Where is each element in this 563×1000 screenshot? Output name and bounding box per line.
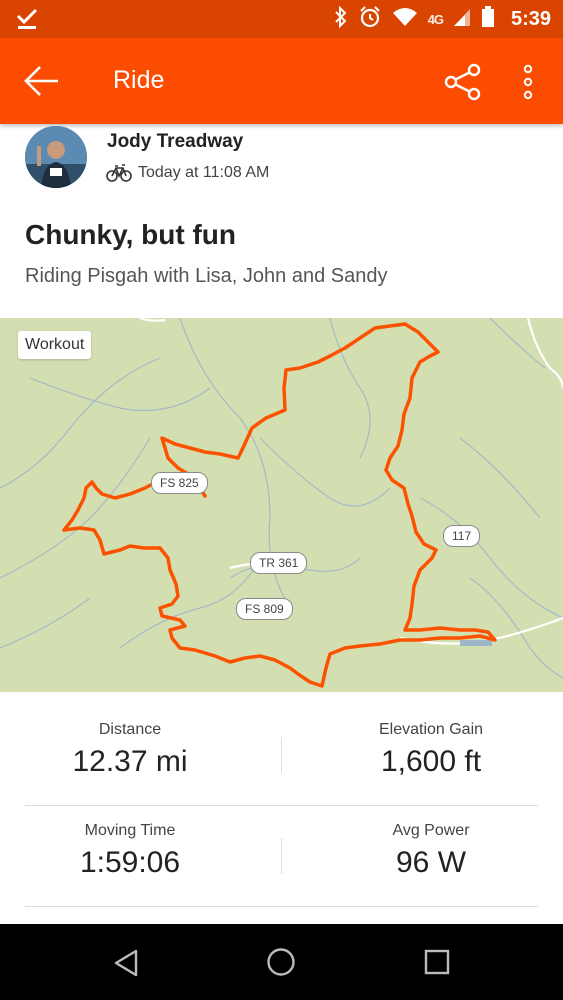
divider (25, 805, 538, 806)
share-icon[interactable] (444, 63, 482, 101)
stat-value: 1,600 ft (380, 745, 482, 778)
route-map[interactable] (0, 318, 563, 692)
road-label-fs825: FS 825 (151, 472, 208, 494)
stat-label: Avg Power (392, 822, 470, 839)
stat-label: Moving Time (84, 822, 176, 839)
stat-elevation-gain: Elevation Gain 1,600 ft (301, 721, 561, 779)
stat-value: 12.37 mi (72, 745, 188, 778)
back-arrow-icon[interactable] (22, 64, 62, 98)
road-label-fs809: FS 809 (236, 598, 293, 620)
athlete-name[interactable]: Jody Treadway (107, 131, 243, 153)
signal-icon (453, 7, 471, 32)
stat-distance: Distance 12.37 mi (0, 721, 260, 779)
clock: 5:39 (510, 7, 551, 30)
road-label-tr361: TR 361 (250, 552, 308, 574)
bike-icon (106, 163, 132, 183)
divider (25, 906, 538, 907)
stat-divider (281, 838, 282, 874)
activity-timestamp: Today at 11:08 AM (138, 164, 270, 181)
activity-description: Riding Pisgah with Lisa, John and Sandy (25, 265, 388, 287)
bluetooth-icon (334, 5, 348, 33)
stat-label: Elevation Gain (378, 721, 484, 738)
nav-recents-icon[interactable] (424, 949, 450, 975)
workout-badge: Workout (18, 331, 92, 359)
route-line (62, 322, 497, 688)
more-options-icon[interactable] (518, 63, 538, 101)
nav-back-icon[interactable] (112, 948, 140, 978)
road-label-117: 117 (443, 525, 481, 547)
system-nav-bar (0, 924, 563, 1000)
battery-icon (481, 5, 495, 33)
activity-title: Chunky, but fun (25, 219, 236, 250)
stat-value: 1:59:06 (79, 846, 181, 879)
network-type-label: 4G (427, 11, 444, 27)
stat-avg-power: Avg Power 96 W (301, 822, 561, 880)
status-bar: 4G 5:39 (0, 0, 563, 38)
page-title: Ride (113, 66, 165, 94)
stat-value: 96 W (395, 846, 467, 879)
wifi-icon (392, 7, 418, 32)
avatar[interactable] (25, 126, 87, 188)
stat-moving-time: Moving Time 1:59:06 (0, 822, 260, 880)
app-bar: Ride (0, 38, 563, 124)
stat-divider (281, 737, 282, 773)
stat-label: Distance (98, 721, 162, 738)
map-pond (460, 640, 492, 646)
nav-home-icon[interactable] (266, 947, 296, 977)
alarm-icon (358, 5, 382, 34)
download-complete-icon (16, 7, 38, 36)
